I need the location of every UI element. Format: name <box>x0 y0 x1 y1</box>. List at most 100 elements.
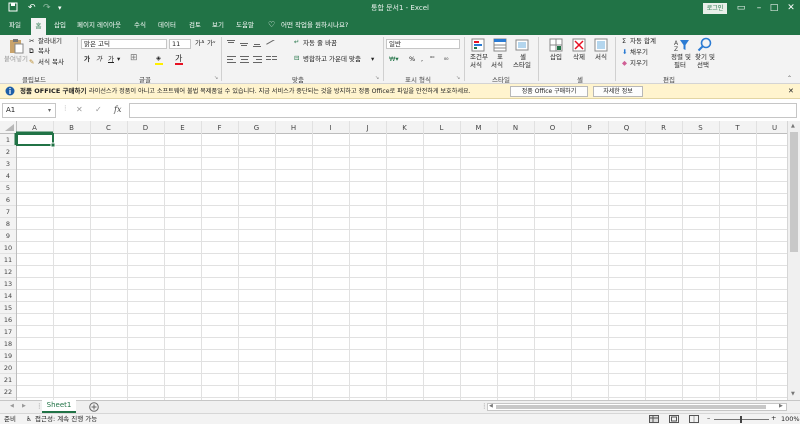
currency-icon[interactable]: ₩▾ <box>389 55 399 64</box>
find-select-label-2[interactable]: 선택 <box>697 61 709 70</box>
insert-cells-button[interactable]: 삽입 <box>550 53 562 62</box>
column-header-G[interactable]: G <box>254 124 259 132</box>
underline-button[interactable]: 가 <box>108 55 114 64</box>
borders-icon[interactable]: ⊞ <box>130 54 138 63</box>
row-header-11[interactable]: 11 <box>4 256 12 264</box>
drag-handle-icon[interactable]: ⋮ <box>62 104 69 113</box>
vertical-scroll-thumb[interactable] <box>790 132 798 252</box>
row-header-6[interactable]: 6 <box>6 196 10 204</box>
decrease-font-icon[interactable]: 가ᵛ <box>207 39 216 48</box>
confirm-entry-icon[interactable]: ✓ <box>95 105 102 114</box>
row-header-22[interactable]: 22 <box>4 388 12 396</box>
buy-office-button[interactable]: 정품 Office 구매하기 <box>510 86 588 97</box>
insert-cells-icon[interactable] <box>549 38 563 52</box>
tab-help[interactable]: 도움말 <box>236 17 254 35</box>
sheet-tab-sheet1[interactable]: Sheet1 <box>42 400 76 413</box>
number-format-select[interactable]: 일반 <box>386 39 460 49</box>
column-header-Q[interactable]: Q <box>624 124 630 132</box>
ribbon-display-options-icon[interactable]: ▭ <box>734 1 748 15</box>
column-header-M[interactable]: M <box>475 124 481 132</box>
tab-review[interactable]: 검토 <box>189 17 201 35</box>
insert-function-icon[interactable]: fx <box>114 105 121 114</box>
horizontal-align-icons[interactable] <box>227 56 279 64</box>
cancel-entry-icon[interactable]: ✕ <box>76 105 83 114</box>
conditional-formatting-icon[interactable] <box>471 38 485 52</box>
paste-button[interactable]: 붙여넣기 <box>4 55 28 64</box>
worksheet-grid[interactable]: A B C D E F G H I J K L M N O P Q R S T U 1 2 3 4 5 6 7 8 9 10 11 12 13 14… <box>0 121 787 400</box>
column-header-B[interactable]: B <box>69 124 74 132</box>
row-header-19[interactable]: 19 <box>4 352 12 360</box>
format-cells-button[interactable]: 서식 <box>595 53 607 62</box>
column-header-F[interactable]: F <box>217 124 221 132</box>
fill-button[interactable]: 채우기 <box>630 48 648 57</box>
column-header-A[interactable]: A <box>32 124 37 132</box>
more-info-button[interactable]: 자세한 정보 <box>593 86 643 97</box>
tab-formulas[interactable]: 수식 <box>134 17 146 35</box>
column-header-C[interactable]: C <box>106 124 111 132</box>
italic-button[interactable]: 가 <box>96 55 102 64</box>
column-header-T[interactable]: T <box>734 124 740 132</box>
vertical-scrollbar[interactable]: ▲ ▼ <box>787 121 800 400</box>
scroll-right-icon[interactable]: ▶ <box>779 402 783 411</box>
column-header-E[interactable]: E <box>180 124 184 132</box>
page-break-view-icon[interactable] <box>689 415 699 423</box>
autosum-button[interactable]: 자동 합계 <box>630 37 656 46</box>
row-header-15[interactable]: 15 <box>4 304 12 312</box>
number-dialog-launcher-icon[interactable]: ↘ <box>456 74 460 83</box>
format-cells-icon[interactable] <box>594 38 608 52</box>
column-header-S[interactable]: S <box>698 124 703 132</box>
next-sheet-icon[interactable]: ▶ <box>22 402 26 411</box>
row-header-12[interactable]: 12 <box>4 268 12 276</box>
row-header-16[interactable]: 16 <box>4 316 12 324</box>
fill-handle[interactable] <box>50 142 56 148</box>
delete-cells-icon[interactable] <box>572 38 586 52</box>
row-header-14[interactable]: 14 <box>4 292 12 300</box>
font-dialog-launcher-icon[interactable]: ↘ <box>214 74 218 83</box>
chevron-down-icon[interactable]: ▾ <box>371 55 374 64</box>
format-painter-button[interactable]: 서식 복사 <box>38 58 64 67</box>
close-message-icon[interactable]: ✕ <box>788 87 794 96</box>
sort-filter-label-2[interactable]: 필터 <box>674 61 686 70</box>
previous-sheet-icon[interactable]: ◀ <box>10 402 14 411</box>
tab-insert[interactable]: 삽입 <box>54 17 66 35</box>
format-as-table-icon[interactable] <box>493 38 507 52</box>
vertical-align-icons[interactable] <box>227 40 279 48</box>
percent-icon[interactable]: % <box>409 55 415 64</box>
clear-button[interactable]: 지우기 <box>630 59 648 68</box>
tab-page-layout[interactable]: 페이지 레이아웃 <box>77 17 121 35</box>
column-header-D[interactable]: D <box>143 124 148 132</box>
column-header-L[interactable]: L <box>440 124 444 132</box>
column-header-R[interactable]: R <box>661 124 666 132</box>
tab-data[interactable]: 데이터 <box>158 17 176 35</box>
cell-styles-icon[interactable] <box>515 38 529 52</box>
row-header-2[interactable]: 2 <box>6 148 10 156</box>
zoom-slider-thumb[interactable] <box>740 416 742 423</box>
row-header-21[interactable]: 21 <box>4 376 12 384</box>
row-header-8[interactable]: 8 <box>6 220 10 228</box>
scroll-up-icon[interactable]: ▲ <box>791 122 795 131</box>
column-header-K[interactable]: K <box>402 124 407 132</box>
tab-view[interactable]: 보기 <box>212 17 224 35</box>
increase-font-icon[interactable]: 가ᐞ <box>195 39 205 48</box>
merge-center-button[interactable]: 병합하고 가운데 맞춤 <box>303 55 361 64</box>
row-header-10[interactable]: 10 <box>4 244 12 252</box>
column-header-U[interactable]: U <box>772 124 777 132</box>
copy-button[interactable]: 복사 <box>38 47 50 56</box>
fill-color-icon[interactable]: ◈ <box>156 54 161 63</box>
tell-me-search[interactable]: 어떤 작업을 원하시나요? <box>281 17 348 35</box>
font-color-icon[interactable]: 가 <box>175 54 182 63</box>
row-header-7[interactable]: 7 <box>6 208 10 216</box>
row-header-3[interactable]: 3 <box>6 160 10 168</box>
font-size-select[interactable]: 11 <box>169 39 191 49</box>
tab-home[interactable]: 홈 <box>31 18 46 35</box>
bold-button[interactable]: 가 <box>84 55 90 64</box>
add-sheet-icon[interactable] <box>89 402 99 412</box>
find-select-icon[interactable] <box>697 37 712 52</box>
delete-cells-button[interactable]: 삭제 <box>573 53 585 62</box>
row-header-9[interactable]: 9 <box>6 232 10 240</box>
tab-file[interactable]: 파일 <box>9 17 21 35</box>
active-cell[interactable] <box>16 133 54 146</box>
zoom-out-icon[interactable]: – <box>707 414 710 423</box>
row-header-1[interactable]: 1 <box>6 136 10 144</box>
alignment-dialog-launcher-icon[interactable]: ↘ <box>375 74 379 83</box>
